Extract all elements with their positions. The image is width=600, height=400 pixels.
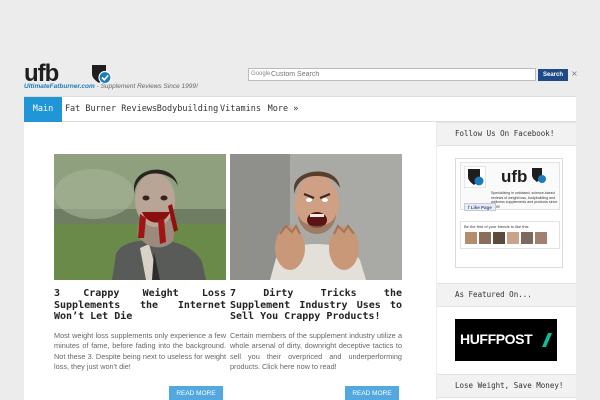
widget-title-featured: As Featured On...: [437, 283, 576, 307]
avatar[interactable]: [507, 232, 519, 244]
nav-item-more[interactable]: More »: [267, 97, 299, 122]
google-brand-label: Google: [251, 71, 271, 77]
shield-check-icon: [92, 65, 112, 85]
sidebar: Follow Us On Facebook! ufb Specializing …: [437, 122, 576, 400]
post-card: 3 Crappy Weight Loss Supplements the Int…: [54, 154, 226, 373]
avatar[interactable]: [479, 232, 491, 244]
post-thumbnail-angry-man[interactable]: [230, 154, 402, 280]
logo-site-name: UltimateFatburner.com: [24, 83, 95, 90]
huffpost-slash-icon: [542, 333, 552, 347]
post-excerpt: Certain members of the supplement indust…: [230, 330, 402, 372]
page-cover-logo-icon: ufb: [501, 167, 546, 186]
widget-title-facebook: Follow Us On Facebook!: [437, 122, 576, 146]
avatar[interactable]: [493, 232, 505, 244]
main-content: 3 Crappy Weight Loss Supplements the Int…: [24, 122, 436, 400]
huffpost-wordmark: HUFFPOST: [460, 331, 533, 347]
avatar[interactable]: [521, 232, 533, 244]
widget-title-lose-weight: Lose Weight, Save Money!: [437, 374, 576, 398]
post-thumbnail-zombie[interactable]: [54, 154, 226, 280]
clear-search-icon[interactable]: ×: [571, 69, 578, 78]
page-profile-icon: [464, 166, 486, 188]
facebook-like-page-button[interactable]: f Like Page: [464, 203, 496, 211]
nav-item-fat-burner-reviews[interactable]: Fat Burner Reviews: [62, 97, 160, 122]
facebook-friends-strip: Be the first of your friends to like thi…: [460, 221, 560, 249]
facebook-widget: ufb Specializing in unbiased, science-ba…: [455, 158, 563, 268]
logo-since: - Supplement Reviews Since 1999!: [94, 83, 198, 90]
huffpost-logo[interactable]: HUFFPOST: [455, 319, 557, 361]
avatar[interactable]: [465, 232, 477, 244]
nav-item-bodybuilding[interactable]: Bodybuilding: [156, 97, 219, 122]
post-title[interactable]: 7 Dirty Tricks the Supplement Industry U…: [230, 288, 402, 323]
post-title[interactable]: 3 Crappy Weight Loss Supplements the Int…: [54, 288, 226, 323]
avatar[interactable]: [535, 232, 547, 244]
site-logo[interactable]: ufb UltimateFatburner.com - Supplement R…: [24, 60, 198, 96]
facebook-page-description: Specializing in unbiased, science-based …: [491, 191, 558, 209]
search-button[interactable]: Search: [538, 69, 568, 81]
post-excerpt: Most weight loss supplements only experi…: [54, 330, 226, 372]
nav-item-vitamins[interactable]: Vitamins: [220, 97, 261, 122]
svg-text:ufb: ufb: [501, 167, 527, 186]
read-more-button[interactable]: READ MORE: [169, 386, 223, 400]
facebook-page-card[interactable]: ufb Specializing in unbiased, science-ba…: [460, 162, 560, 211]
nav-item-main[interactable]: Main: [24, 97, 62, 122]
main-nav: Main Fat Burner Reviews Bodybuilding Vit…: [24, 96, 576, 122]
facebook-friends-text: Be the first of your friends to like thi…: [464, 224, 529, 229]
logo-tagline: UltimateFatburner.com - Supplement Revie…: [24, 83, 198, 90]
post-card: 7 Dirty Tricks the Supplement Industry U…: [230, 154, 402, 373]
search-box: Google: [248, 68, 536, 81]
facebook-like-label: Like Page: [470, 205, 492, 210]
search-input[interactable]: [271, 69, 533, 80]
read-more-button[interactable]: READ MORE: [345, 386, 399, 400]
